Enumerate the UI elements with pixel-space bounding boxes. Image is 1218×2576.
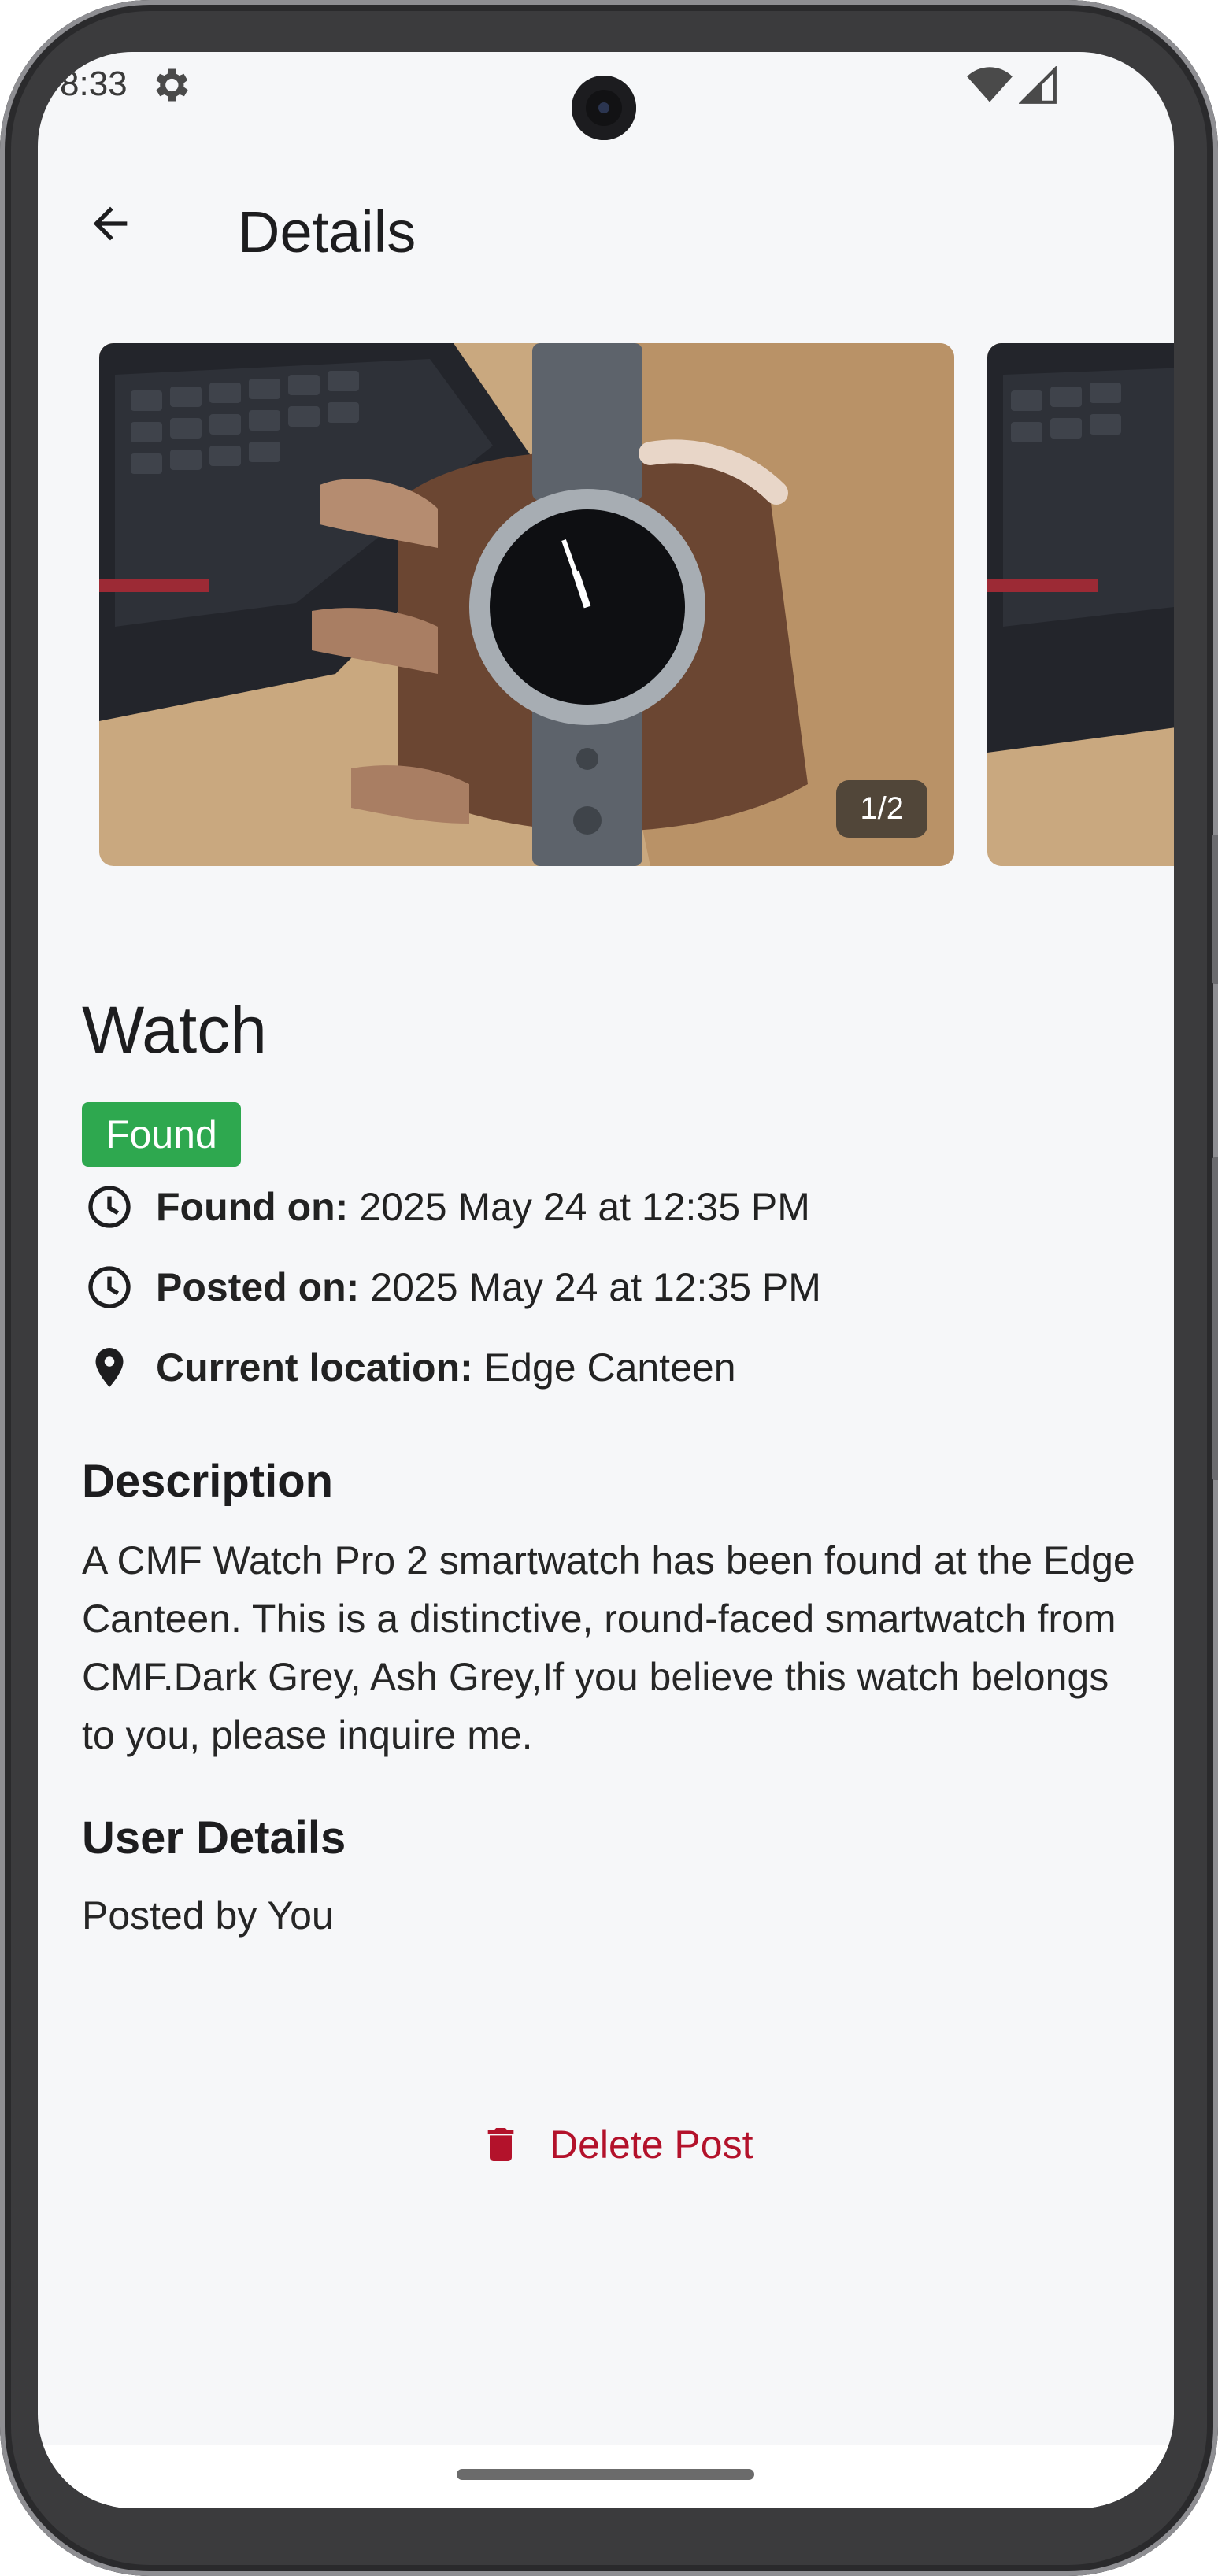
posted-on-value: 2025 May 24 at 12:35 PM [370,1265,821,1309]
top-app-bar: Details [38,162,1174,280]
found-on-value: 2025 May 24 at 12:35 PM [359,1185,810,1229]
volume-button [1212,835,1218,984]
posted-on-label: Posted on: [156,1265,360,1309]
trash-icon [487,2128,514,2161]
home-handle[interactable] [457,2469,754,2480]
location-value: Edge Canteen [483,1345,736,1390]
status-bar: 8:33 [38,52,1174,140]
location-pin-icon [82,1340,137,1395]
posted-on-row: Posted on: 2025 May 24 at 12:35 PM [82,1247,1137,1327]
found-on-label: Found on: [156,1185,349,1229]
status-badge: Found [82,1102,241,1167]
description-text: A CMF Watch Pro 2 smartwatch has been fo… [82,1538,1135,1757]
carousel-image-1[interactable]: 1/2 [99,343,954,866]
delete-post-label: Delete Post [550,2123,753,2167]
page-title: Details [238,199,416,265]
location-row: Current location: Edge Canteen [82,1327,1137,1408]
carousel-image-2[interactable] [987,343,1174,866]
phone-frame: 8:33 Details 1/2 Watch Found Found on: 2… [0,0,1218,2576]
item-title: Watch [82,993,267,1067]
clock-icon [82,1179,137,1234]
watch-photo-peek [987,343,1174,866]
description-heading: Description [82,1456,334,1507]
delete-post-button[interactable]: Delete Post [463,2105,768,2184]
front-camera [572,76,636,140]
user-details-heading: User Details [82,1812,346,1864]
location-label: Current location: [156,1345,473,1390]
cell-signal-icon [1019,66,1057,104]
arrow-back-icon [93,206,128,241]
gesture-nav-bar [38,2445,1174,2508]
item-details: Watch Found Found on: 2025 May 24 at 12:3… [82,997,1137,1938]
power-button [1212,1157,1218,1480]
image-counter: 1/2 [836,780,927,838]
watch-photo [99,343,954,866]
screen: 8:33 Details 1/2 Watch Found Found on: 2… [38,52,1174,2508]
found-on-row: Found on: 2025 May 24 at 12:35 PM [82,1167,1137,1247]
clock-icon [82,1260,137,1315]
status-time: 8:33 [60,65,128,103]
image-carousel[interactable]: 1/2 [99,343,1174,868]
back-button[interactable] [79,192,142,255]
posted-by-text: Posted by You [82,1893,334,1938]
settings-gear-icon [156,68,188,102]
wifi-icon [967,67,1013,102]
